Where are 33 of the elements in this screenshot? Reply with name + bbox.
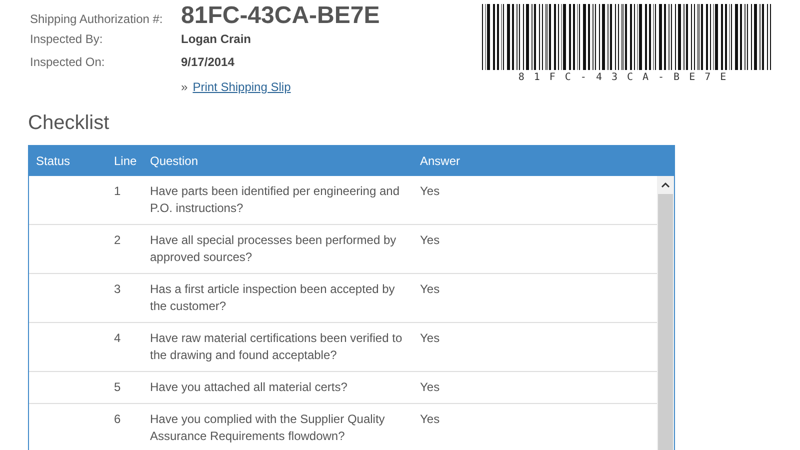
line-cell-text: 6 — [113, 411, 122, 428]
line-cell-text: 1 — [113, 183, 122, 200]
scrollbar[interactable] — [657, 176, 674, 450]
question-cell-text: Have you attached all material certs? — [149, 379, 348, 396]
link-prefix: » — [181, 80, 188, 94]
column-header: Status — [35, 154, 72, 168]
section-title: Checklist — [28, 112, 110, 135]
answer-cell-text: Yes — [419, 411, 441, 428]
question-cell-text: Have parts been identified per engineering and P.O. instructions? — [149, 183, 401, 217]
line-cell-text: 3 — [113, 281, 122, 298]
line-cell-text: 4 — [113, 330, 122, 347]
answer-cell-text: Yes — [419, 232, 441, 249]
authorization-code: 81FC-43CA-BE7E — [181, 2, 380, 30]
column-header: Answer — [419, 154, 462, 168]
line-cell-text: 2 — [113, 232, 122, 249]
column-header: Line — [113, 154, 138, 168]
field-label: Inspected By: — [30, 32, 104, 46]
answer-cell-text: Yes — [419, 330, 441, 347]
field-value: 9/17/2014 — [181, 55, 234, 69]
question-cell-text: Have you complied with the Supplier Quality Assurance Requirements flowdown? — [149, 411, 386, 445]
question-cell-text: Have all special processes been performed by approved sources? — [149, 232, 398, 266]
field-label: Inspected On: — [30, 55, 106, 69]
question-cell-text: Has a first article inspection been accepted by the customer? — [149, 281, 396, 315]
field-value: Logan Crain — [181, 32, 252, 46]
barcode-caption: 81FC-43CA-BE7E — [518, 72, 736, 83]
field-label: Shipping Authorization #: — [30, 12, 164, 26]
answer-cell-text: Yes — [419, 183, 441, 200]
column-header: Question — [149, 154, 200, 168]
answer-cell-text: Yes — [419, 379, 441, 396]
print-link[interactable]: Print Shipping Slip — [192, 80, 291, 94]
answer-cell-text: Yes — [419, 281, 441, 298]
line-cell-text: 5 — [113, 379, 122, 396]
question-cell-text: Have raw material certifications been verified to the drawing and found acceptable? — [149, 330, 404, 364]
